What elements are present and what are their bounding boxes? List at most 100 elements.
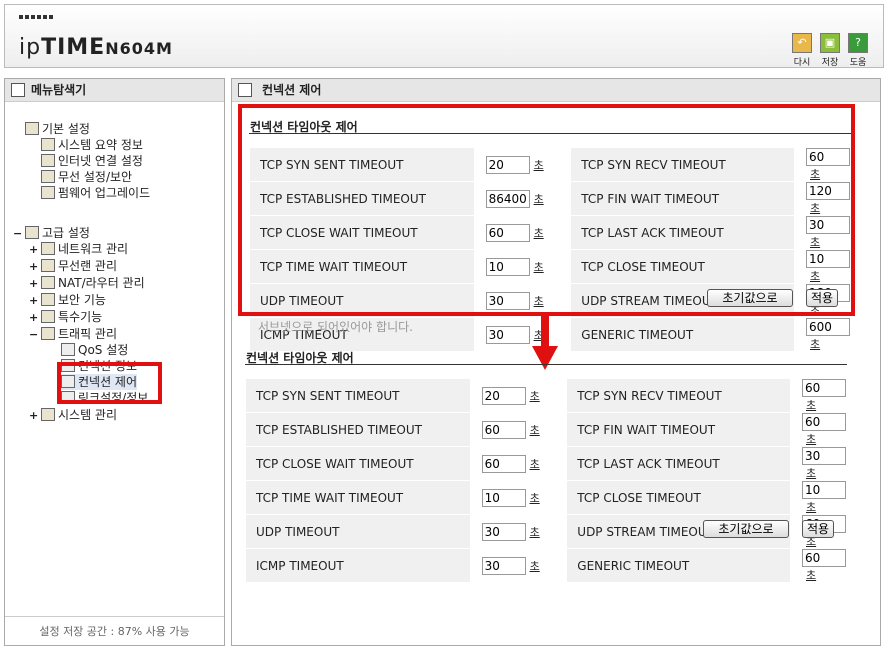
- folder-icon: [25, 122, 39, 135]
- collapse-icon: −: [13, 227, 23, 240]
- timeout-label: TCP CLOSE WAIT TIMEOUT: [246, 447, 470, 481]
- save-button[interactable]: ▣ 저장: [819, 33, 841, 68]
- folder-icon: [41, 310, 55, 323]
- monitor-icon: [41, 154, 55, 167]
- unit-seconds: 초: [529, 390, 540, 403]
- tree-basic-settings[interactable]: 기본 설정: [25, 121, 90, 137]
- timeout-label: TCP SYN RECV TIMEOUT: [563, 379, 790, 413]
- timeout-label: TCP SYN SENT TIMEOUT: [246, 379, 470, 413]
- timeout-label: UDP TIMEOUT: [246, 515, 470, 549]
- tree-item-wireless[interactable]: 무선 설정/보안: [41, 169, 132, 185]
- page-icon: [238, 83, 252, 97]
- timeout-label: GENERIC TIMEOUT: [567, 318, 794, 352]
- tree-item-nat[interactable]: + NAT/라우터 관리: [29, 275, 145, 292]
- chart-icon: [41, 408, 55, 421]
- timeout-input[interactable]: [481, 421, 526, 439]
- timeout-input[interactable]: [481, 489, 526, 507]
- tree-item-qos[interactable]: QoS 설정: [61, 342, 128, 358]
- highlight-box-section: [238, 104, 855, 316]
- timeout-input[interactable]: [806, 318, 850, 336]
- table-row: TCP CLOSE WAIT TIMEOUT 초 TCP LAST ACK TIME…: [246, 447, 846, 481]
- tree-item-firmware[interactable]: 펌웨어 업그레이드: [41, 185, 150, 201]
- brand-dots: [19, 15, 53, 19]
- timeout-input[interactable]: [485, 326, 530, 344]
- timeout-input[interactable]: [481, 523, 526, 541]
- expand-icon: +: [29, 311, 39, 324]
- timeout-input[interactable]: [481, 455, 526, 473]
- tree-item-system[interactable]: + 시스템 관리: [29, 407, 117, 424]
- collapse-icon: −: [29, 328, 39, 341]
- timeout-label: TCP LAST ACK TIMEOUT: [563, 447, 790, 481]
- router-icon: [41, 276, 55, 289]
- page-icon: [61, 343, 75, 356]
- expand-icon: +: [29, 277, 39, 290]
- expand-icon: +: [29, 409, 39, 422]
- wireless-icon: [41, 259, 55, 272]
- help-button[interactable]: ? 도움: [847, 33, 869, 68]
- unit-seconds: 초: [806, 433, 817, 446]
- apply-button[interactable]: 적용: [802, 520, 834, 538]
- expand-icon: +: [29, 294, 39, 307]
- tree-item-network[interactable]: + 네트워크 관리: [29, 241, 128, 258]
- page-title: 컨넥션 제어: [232, 79, 880, 102]
- arrow-down-icon: [532, 316, 558, 370]
- unit-seconds: 초: [529, 560, 540, 573]
- unit-seconds: 초: [529, 492, 540, 505]
- tree-item-system-summary[interactable]: 시스템 요약 정보: [41, 137, 143, 153]
- unit-seconds: 초: [529, 424, 540, 437]
- tree-item-wlan[interactable]: + 무선랜 관리: [29, 258, 117, 275]
- timeout-label: TCP ESTABLISHED TIMEOUT: [246, 413, 470, 447]
- unit-seconds: 초: [529, 526, 540, 539]
- unit-seconds: 초: [806, 399, 817, 412]
- timeout-label: ICMP TIMEOUT: [246, 549, 470, 583]
- reset-button[interactable]: 초기값으로: [703, 520, 789, 538]
- tree-advanced-settings[interactable]: − 고급 설정: [13, 225, 90, 242]
- help-icon: ?: [848, 33, 868, 53]
- search-icon: [11, 83, 25, 97]
- section-divider: [245, 364, 847, 365]
- network-icon: [41, 242, 55, 255]
- unit-seconds: 초: [806, 569, 817, 582]
- timeout-input[interactable]: [802, 481, 846, 499]
- highlight-box-menu: [57, 362, 162, 404]
- brand-logo: ipTIMEN604M: [19, 35, 173, 60]
- expand-icon: +: [29, 260, 39, 273]
- undo-icon: ↶: [792, 33, 812, 53]
- timeout-label: GENERIC TIMEOUT: [563, 549, 790, 583]
- storage-status: 설정 저장 공간 : 87% 사용 가능: [5, 616, 224, 639]
- upgrade-icon: [41, 186, 55, 199]
- timeout-input[interactable]: [802, 413, 846, 431]
- lock-icon: [41, 293, 55, 306]
- timeout-input[interactable]: [802, 447, 846, 465]
- timeout-input[interactable]: [481, 387, 526, 405]
- tree-item-internet[interactable]: 인터넷 연결 설정: [41, 153, 143, 169]
- timeout-input[interactable]: [802, 549, 846, 567]
- folder-icon: [25, 226, 39, 239]
- timeout-label: TCP CLOSE TIMEOUT: [563, 481, 790, 515]
- note-text: 서브넷으로 되어있어야 합니다.: [258, 320, 413, 334]
- unit-seconds: 초: [810, 338, 821, 351]
- traffic-icon: [41, 327, 55, 340]
- table-row: TCP ESTABLISHED TIMEOUT 초 TCP FIN WAIT TIM…: [246, 413, 846, 447]
- timeout-input[interactable]: [802, 379, 846, 397]
- table-row: TCP SYN SENT TIMEOUT 초 TCP SYN RECV TIMEOU…: [246, 379, 846, 413]
- timeout-label: TCP FIN WAIT TIMEOUT: [563, 413, 790, 447]
- menu-explorer-title: 메뉴탐색기: [5, 79, 224, 102]
- save-icon: ▣: [820, 33, 840, 53]
- undo-button[interactable]: ↶ 다시: [791, 33, 813, 68]
- tree-item-special[interactable]: + 특수기능: [29, 309, 102, 326]
- unit-seconds: 초: [806, 467, 817, 480]
- table-row: ICMP TIMEOUT 초 GENERIC TIMEOUT 초: [246, 549, 846, 583]
- wireless-icon: [41, 170, 55, 183]
- tree-item-security[interactable]: + 보안 기능: [29, 292, 106, 309]
- tree-item-traffic[interactable]: − 트래픽 관리: [29, 326, 117, 343]
- unit-seconds: 초: [529, 458, 540, 471]
- unit-seconds: 초: [806, 501, 817, 514]
- model-name: N604M: [105, 39, 173, 58]
- top-header: ipTIMEN604M ↶ 다시 ▣ 저장 ? 도움: [4, 4, 884, 68]
- timeout-label: TCP TIME WAIT TIMEOUT: [246, 481, 470, 515]
- timeout-input[interactable]: [481, 557, 526, 575]
- chart-icon: [41, 138, 55, 151]
- table-row: TCP TIME WAIT TIMEOUT 초 TCP CLOSE TIMEOUT 초: [246, 481, 846, 515]
- timeout-table-2: TCP SYN SENT TIMEOUT 초 TCP SYN RECV TIMEOU…: [246, 379, 846, 583]
